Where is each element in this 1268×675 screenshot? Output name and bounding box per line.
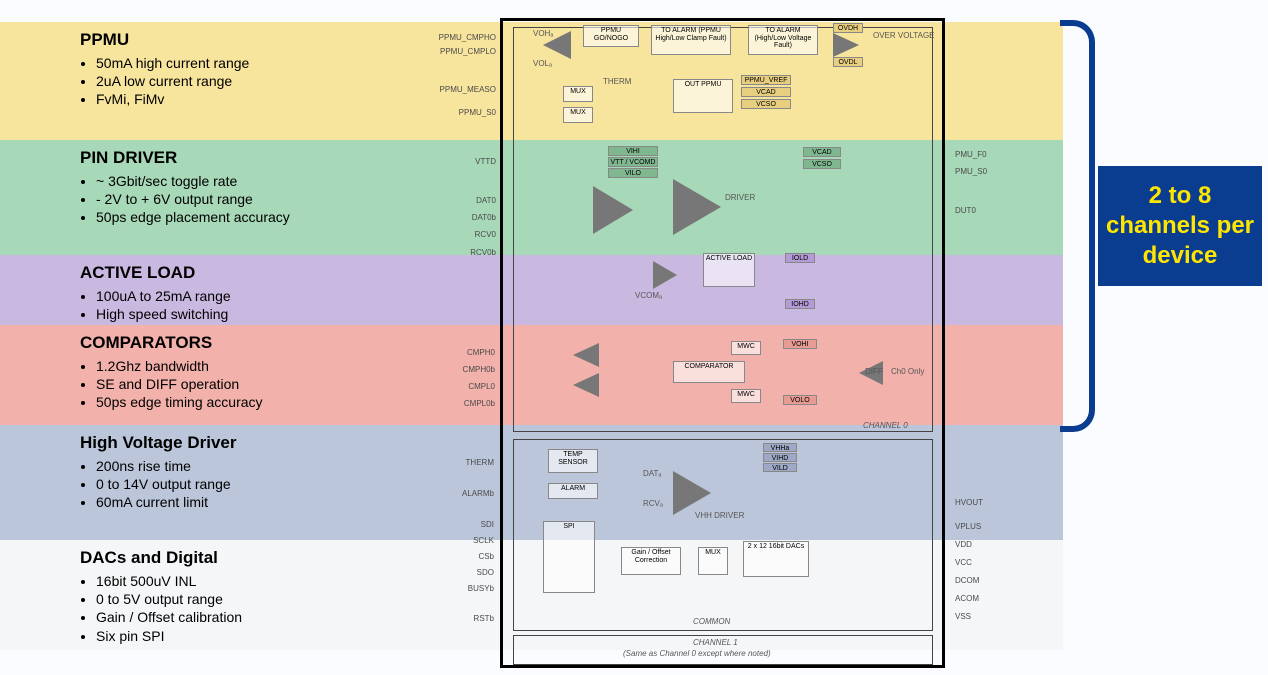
load-b1: High speed switching: [96, 305, 231, 323]
brace-icon: [1060, 20, 1095, 432]
band-dac: DACs and Digital 16bit 500uV INL 0 to 5V…: [0, 540, 1063, 650]
pin-ppmu-measo: PPMU_MEASO: [428, 85, 496, 94]
pin-rcv0: RCV0: [458, 230, 496, 239]
pin-rstb: RSTb: [452, 614, 494, 623]
pin-dat0b: DAT0b: [458, 213, 496, 222]
pin-dcom: DCOM: [955, 576, 979, 585]
comp-b1: SE and DIFF operation: [96, 375, 263, 393]
pin-cmpl0: CMPL0: [455, 382, 495, 391]
pin-alarmb: ALARMb: [452, 489, 494, 498]
load-title: ACTIVE LOAD: [80, 263, 231, 283]
driver-b1: - 2V to + 6V output range: [96, 190, 290, 208]
pin-cmph0b: CMPH0b: [455, 365, 495, 374]
channels-callout: 2 to 8 channels per device: [1098, 166, 1262, 286]
pin-busyb: BUSYb: [452, 584, 494, 593]
hv-b1: 0 to 14V output range: [96, 475, 237, 493]
dac-b2: Gain / Offset calibration: [96, 608, 242, 626]
dac-title: DACs and Digital: [80, 548, 242, 568]
pin-sdo: SDO: [452, 568, 494, 577]
pin-pmus0: PMU_S0: [955, 167, 987, 176]
driver-text: PIN DRIVER ~ 3Gbit/sec toggle rate - 2V …: [80, 148, 290, 227]
pin-vcc: VCC: [955, 558, 972, 567]
pin-vplus: VPLUS: [955, 522, 981, 531]
load-text: ACTIVE LOAD 100uA to 25mA range High spe…: [80, 263, 231, 323]
dac-b3: Six pin SPI: [96, 627, 242, 645]
pin-sdi: SDI: [452, 520, 494, 529]
band-stack: PPMU 50mA high current range 2uA low cur…: [0, 22, 1063, 650]
hv-title: High Voltage Driver: [80, 433, 237, 453]
ppmu-b0: 50mA high current range: [96, 54, 249, 72]
band-ppmu: PPMU 50mA high current range 2uA low cur…: [0, 22, 1063, 140]
pin-therm: THERM: [452, 458, 494, 467]
pin-acom: ACOM: [955, 594, 979, 603]
load-b0: 100uA to 25mA range: [96, 287, 231, 305]
driver-b0: ~ 3Gbit/sec toggle rate: [96, 172, 290, 190]
hv-b2: 60mA current limit: [96, 493, 237, 511]
pin-ppmu-cmpho: PPMU_CMPHO: [428, 33, 496, 42]
pin-vttd: VTTD: [458, 157, 496, 166]
pin-rcv0b: RCV0b: [458, 248, 496, 257]
comp-title: COMPARATORS: [80, 333, 263, 353]
comp-text: COMPARATORS 1.2Ghz bandwidth SE and DIFF…: [80, 333, 263, 412]
pin-vdd: VDD: [955, 540, 972, 549]
pin-dut0: DUT0: [955, 206, 976, 215]
ppmu-title: PPMU: [80, 30, 249, 50]
dac-b1: 0 to 5V output range: [96, 590, 242, 608]
comp-b2: 50ps edge timing accuracy: [96, 393, 263, 411]
hv-b0: 200ns rise time: [96, 457, 237, 475]
pin-sclk: SCLK: [452, 536, 494, 545]
band-comp: COMPARATORS 1.2Ghz bandwidth SE and DIFF…: [0, 325, 1063, 425]
channel1-note: (Same as Channel 0 except where noted): [623, 649, 771, 658]
driver-title: PIN DRIVER: [80, 148, 290, 168]
pin-dat0: DAT0: [458, 196, 496, 205]
pin-csb: CSb: [452, 552, 494, 561]
hv-text: High Voltage Driver 200ns rise time 0 to…: [80, 433, 237, 512]
slide: PPMU 50mA high current range 2uA low cur…: [0, 0, 1268, 675]
callout-text: 2 to 8 channels per device: [1098, 181, 1262, 271]
ppmu-b1: 2uA low current range: [96, 72, 249, 90]
pin-ppmu-s0: PPMU_S0: [428, 108, 496, 117]
pin-hvout: HVOUT: [955, 498, 983, 507]
band-hv: High Voltage Driver 200ns rise time 0 to…: [0, 425, 1063, 540]
pin-pmuf0: PMU_F0: [955, 150, 987, 159]
comp-b0: 1.2Ghz bandwidth: [96, 357, 263, 375]
band-load: ACTIVE LOAD 100uA to 25mA range High spe…: [0, 255, 1063, 325]
pin-ppmu-cmplo: PPMU_CMPLO: [428, 47, 496, 56]
driver-b2: 50ps edge placement accuracy: [96, 208, 290, 226]
band-driver: PIN DRIVER ~ 3Gbit/sec toggle rate - 2V …: [0, 140, 1063, 255]
pin-cmpl0b: CMPL0b: [455, 399, 495, 408]
ppmu-text: PPMU 50mA high current range 2uA low cur…: [80, 30, 249, 109]
pin-vss: VSS: [955, 612, 971, 621]
dac-text: DACs and Digital 16bit 500uV INL 0 to 5V…: [80, 548, 242, 645]
pin-cmph0: CMPH0: [455, 348, 495, 357]
ppmu-b2: FvMi, FiMv: [96, 90, 249, 108]
dac-b0: 16bit 500uV INL: [96, 572, 242, 590]
